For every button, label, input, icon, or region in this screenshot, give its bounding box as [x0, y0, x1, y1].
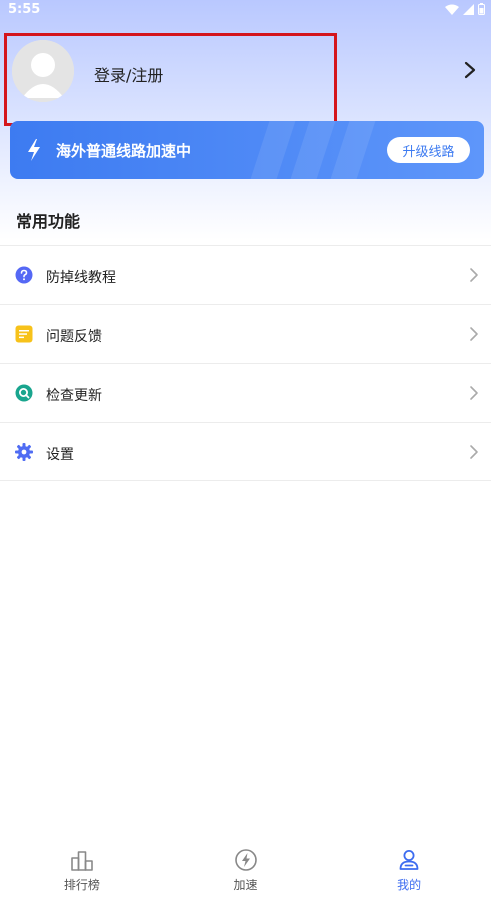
- menu-item-anti-disconnect-tutorial[interactable]: 防掉线教程: [0, 245, 491, 304]
- tab-ranking[interactable]: 排行榜: [0, 838, 164, 897]
- acceleration-banner[interactable]: 海外普通线路加速中 升级线路: [10, 121, 484, 179]
- search-refresh-icon: [15, 384, 33, 402]
- section-title: 常用功能: [16, 212, 81, 231]
- wifi-icon: [445, 4, 459, 15]
- banner-stripe: [290, 121, 336, 179]
- menu-item-check-update[interactable]: 检查更新: [0, 363, 491, 422]
- upgrade-line-button[interactable]: 升级线路: [387, 137, 470, 163]
- menu-item-label: 设置: [46, 447, 74, 463]
- bottom-tab-bar: 排行榜 加速 我的: [0, 838, 491, 897]
- chevron-right-icon[interactable]: [460, 60, 480, 80]
- tab-label: 加速: [233, 878, 258, 892]
- ranking-icon: [71, 851, 93, 871]
- menu-item-label: 问题反馈: [46, 329, 102, 345]
- battery-icon: [478, 3, 485, 15]
- tab-accelerate[interactable]: 加速: [164, 838, 328, 897]
- highlight-box: [4, 33, 337, 126]
- menu-item-feedback[interactable]: 问题反馈: [0, 304, 491, 363]
- lightning-circle-icon: [234, 849, 257, 871]
- status-icons: [445, 3, 485, 15]
- menu-list: 防掉线教程 问题反馈 检查更新 设置: [0, 245, 491, 481]
- tab-mine[interactable]: 我的: [327, 838, 491, 897]
- status-bar: 5:55: [0, 0, 491, 18]
- banner-stripe: [250, 121, 296, 179]
- chevron-right-icon: [470, 386, 478, 400]
- chevron-right-icon: [470, 268, 478, 282]
- menu-item-label: 防掉线教程: [46, 270, 116, 286]
- lightning-icon: [28, 139, 40, 161]
- chevron-right-icon: [470, 327, 478, 341]
- user-icon: [399, 850, 419, 870]
- menu-item-settings[interactable]: 设置: [0, 422, 491, 481]
- status-time: 5:55: [8, 1, 41, 17]
- menu-item-label: 检查更新: [46, 388, 102, 404]
- chevron-right-icon: [470, 445, 478, 459]
- gear-icon: [15, 443, 33, 461]
- tab-label: 排行榜: [63, 878, 100, 892]
- banner-stripe: [330, 121, 376, 179]
- note-icon: [15, 325, 33, 343]
- tab-label: 我的: [397, 878, 422, 892]
- signal-icon: [463, 3, 474, 15]
- banner-status-text: 海外普通线路加速中: [56, 142, 192, 160]
- question-circle-icon: [15, 266, 33, 284]
